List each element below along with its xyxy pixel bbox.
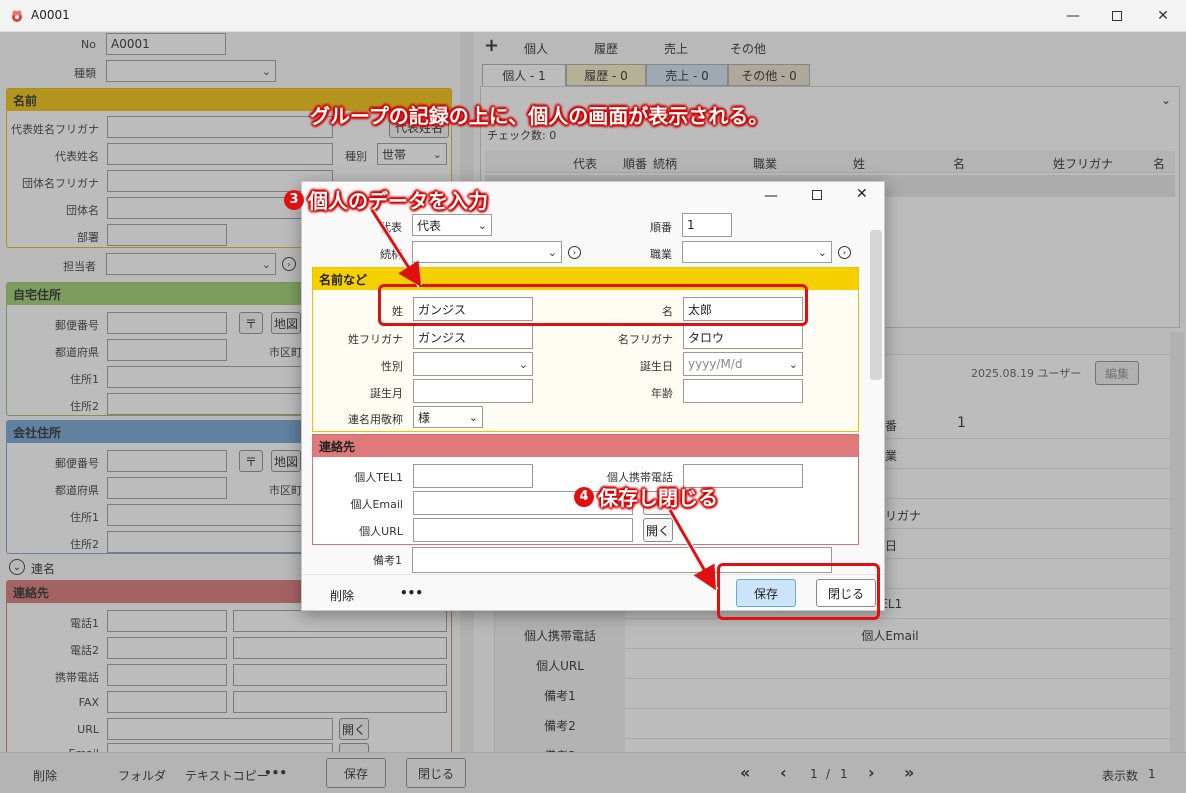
arrow-step3 bbox=[370, 209, 422, 288]
arrow-step4 bbox=[668, 509, 716, 591]
annotation-arrows bbox=[369, 208, 719, 592]
